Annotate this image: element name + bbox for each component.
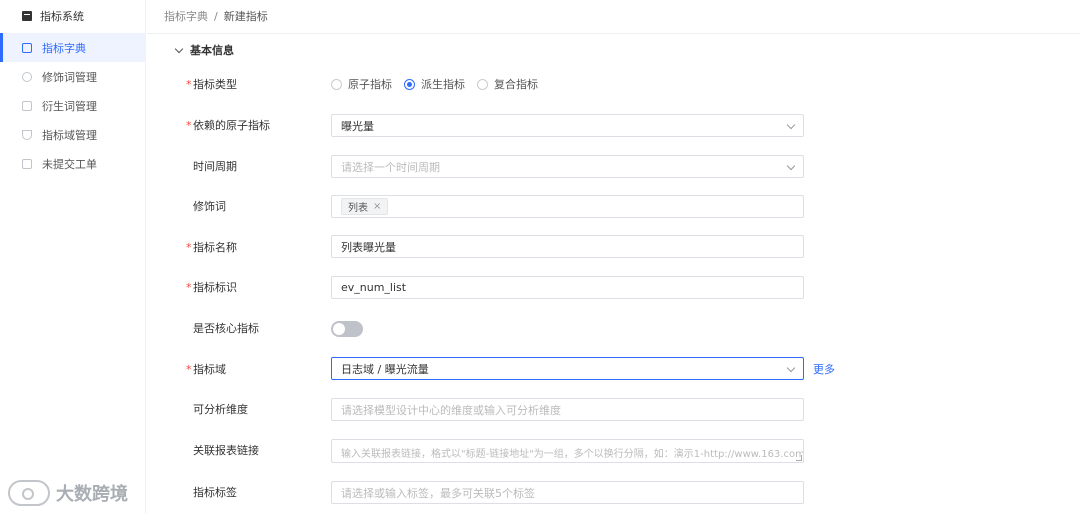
more-link[interactable]: 更多 [813,362,835,376]
watermark-logo: 大数跨境 [8,478,128,508]
header-divider [147,33,1080,34]
modifier-label: 修饰词 [193,200,226,213]
atomic-metric-label: 依赖的原子指标 [193,119,270,132]
dimensions-placeholder: 请选择模型设计中心的维度或输入可分析维度 [341,403,561,417]
grid-icon [22,100,32,111]
time-period-label: 时间周期 [193,160,237,173]
metric-name-value: 列表曝光量 [341,240,396,254]
watermark-logo-icon [8,480,50,506]
chevron-down-icon [786,363,796,373]
radio-circle [477,78,488,90]
radio-derived-metric[interactable]: 派生指标 [404,76,465,92]
metric-domain-label: 指标域 [193,363,226,376]
app-logo-icon [22,11,32,21]
app-root: 指标系统 指标字典 修饰词管理 衍生词管理 指标域管理 未提交工单 指标字典 /… [0,0,1080,513]
sidebar-item-domain-management[interactable]: 指标域管理 [0,120,146,149]
sidebar-item-unsubmitted-tickets[interactable]: 未提交工单 [0,149,146,178]
required-mark: * [186,362,192,376]
metric-id-input[interactable]: ev_num_list [331,276,804,299]
sidebar-item-modifier-management[interactable]: 修饰词管理 [0,62,146,91]
time-period-placeholder: 请选择一个时间周期 [341,160,440,174]
modifier-tag-label: 列表 [348,203,368,214]
sidebar-item-derived-word-management[interactable]: 衍生词管理 [0,91,146,120]
dimensions-label: 可分析维度 [193,403,248,416]
dimensions-input[interactable]: 请选择模型设计中心的维度或输入可分析维度 [331,398,804,421]
metric-id-label: 指标标识 [193,281,237,294]
required-mark: * [186,240,192,254]
metric-type-radio-group: 原子指标 派生指标 复合指标 [331,77,550,91]
required-mark: * [186,280,192,294]
close-icon[interactable]: × [373,201,381,212]
app-title: 指标系统 [40,10,84,23]
modifier-select[interactable]: 列表 × [331,195,804,218]
section-title: 基本信息 [190,44,234,57]
required-mark: * [186,77,192,91]
radio-atomic-metric[interactable]: 原子指标 [331,76,392,92]
sidebar-item-label: 未提交工单 [42,157,97,171]
chevron-down-icon [786,161,796,171]
watermark-text: 大数跨境 [56,484,128,505]
tree-icon [22,129,32,140]
radio-label: 复合指标 [494,78,538,91]
metric-type-label: 指标类型 [193,78,237,91]
breadcrumb-current: 新建指标 [223,10,268,23]
metric-domain-value: 日志域 / 曝光流量 [341,362,429,376]
chevron-down-icon [174,44,184,53]
tag-icon [22,71,32,82]
chevron-down-icon [786,120,796,130]
ticket-icon [22,158,32,169]
radio-circle [404,78,415,90]
section-header-basic-info[interactable]: 基本信息 [174,43,234,57]
is-core-label: 是否核心指标 [193,322,259,335]
radio-circle [331,78,342,90]
sidebar-item-label: 衍生词管理 [42,99,97,113]
report-links-textarea[interactable]: 输入关联报表链接，格式以"标题-链接地址"为一组，多个以换行分隔，如：演示1-h… [331,439,804,463]
app-brand: 指标系统 [22,8,84,24]
breadcrumb: 指标字典 / 新建指标 [164,8,268,24]
resize-handle-icon[interactable] [796,455,802,461]
radio-composite-metric[interactable]: 复合指标 [477,76,538,92]
sidebar-item-label: 指标域管理 [42,128,97,142]
atomic-metric-value: 曝光量 [341,119,374,133]
toggle-knob [333,323,345,335]
breadcrumb-parent[interactable]: 指标字典 [164,8,208,24]
report-links-label: 关联报表链接 [193,444,259,457]
metric-tags-label: 指标标签 [193,486,237,499]
metric-tags-placeholder: 请选择或输入标签，最多可关联5个标签 [341,486,535,500]
sidebar: 指标系统 指标字典 修饰词管理 衍生词管理 指标域管理 未提交工单 [0,0,146,513]
radio-label: 派生指标 [421,78,465,91]
radio-label: 原子指标 [348,78,392,91]
metric-id-value: ev_num_list [341,281,407,294]
time-period-select[interactable]: 请选择一个时间周期 [331,155,804,178]
sidebar-item-label: 指标字典 [42,41,86,55]
book-icon [22,42,32,53]
atomic-metric-select[interactable]: 曝光量 [331,114,804,137]
breadcrumb-separator: / [214,9,218,23]
is-core-toggle[interactable] [331,321,363,337]
report-links-placeholder: 输入关联报表链接，格式以"标题-链接地址"为一组，多个以换行分隔，如：演示1-h… [341,449,804,460]
metric-tags-select[interactable]: 请选择或输入标签，最多可关联5个标签 [331,481,804,504]
required-mark: * [186,118,192,132]
metric-domain-select[interactable]: 日志域 / 曝光流量 [331,357,804,380]
modifier-tag: 列表 × [341,198,389,215]
sidebar-item-label: 修饰词管理 [42,70,97,84]
metric-name-input[interactable]: 列表曝光量 [331,235,804,258]
metric-name-label: 指标名称 [193,241,237,254]
sidebar-item-metric-dictionary[interactable]: 指标字典 [0,33,146,62]
